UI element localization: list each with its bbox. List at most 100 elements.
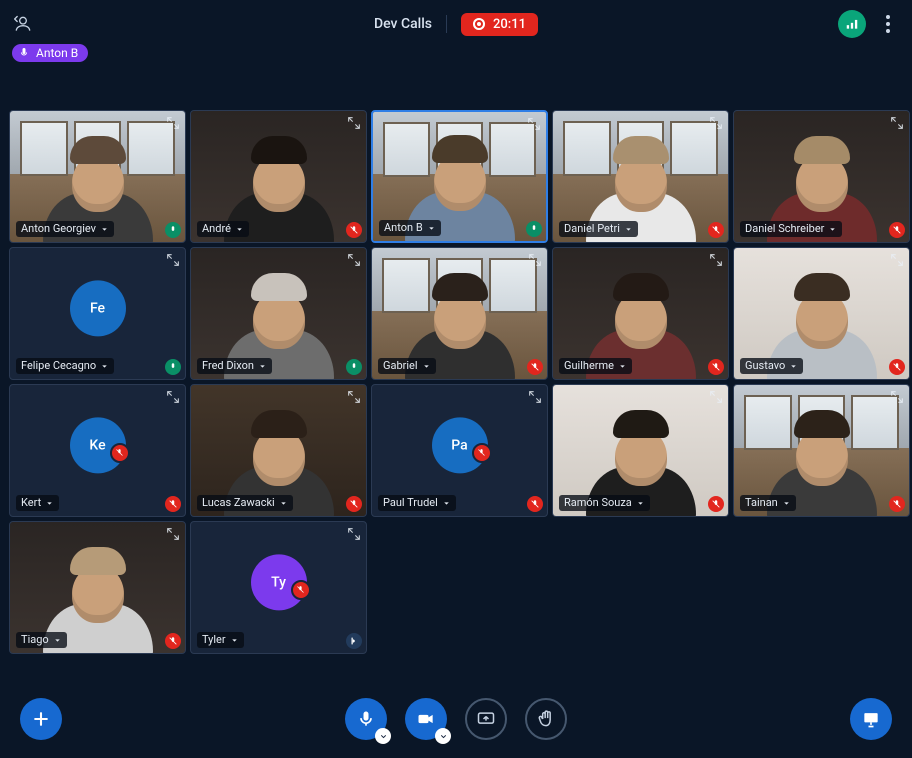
connection-status[interactable] [838, 10, 866, 38]
mic-on-icon [526, 221, 542, 237]
presentation-icon [861, 709, 881, 729]
video-tile[interactable]: TyTyler [190, 521, 367, 654]
video-tile[interactable]: Tainan [733, 384, 910, 517]
listen-only-icon [346, 633, 362, 649]
expand-icon[interactable] [346, 389, 362, 405]
video-tile[interactable]: Guilherme [552, 247, 729, 380]
video-tile[interactable]: André [190, 110, 367, 243]
mic-muted-icon [527, 359, 543, 375]
name-chip[interactable]: Fred Dixon [197, 358, 272, 374]
expand-icon[interactable] [346, 115, 362, 131]
mic-muted-icon [708, 359, 724, 375]
video-tile[interactable]: KeKert [9, 384, 186, 517]
name-chip[interactable]: Gustavo [740, 358, 803, 374]
mute-button[interactable] [345, 698, 387, 740]
video-tile[interactable]: Ramón Souza [552, 384, 729, 517]
participant-name: Ramón Souza [564, 496, 632, 510]
share-screen-button[interactable] [465, 698, 507, 740]
expand-icon[interactable] [526, 116, 542, 132]
name-chip[interactable]: Daniel Schreiber [740, 221, 842, 237]
screen-icon [476, 709, 496, 729]
expand-icon[interactable] [708, 115, 724, 131]
name-chip[interactable]: Felipe Cecagno [16, 358, 114, 374]
mic-on-icon [165, 359, 181, 375]
options-menu[interactable] [876, 15, 900, 33]
participant-name: Tainan [745, 496, 778, 510]
mic-on-icon [346, 359, 362, 375]
expand-icon[interactable] [165, 115, 181, 131]
video-tile[interactable]: Daniel Schreiber [733, 110, 910, 243]
mic-muted-icon [889, 496, 905, 512]
mic-icon [356, 709, 376, 729]
speaking-name: Anton B [36, 46, 78, 60]
mic-muted-icon [346, 222, 362, 238]
actions-button[interactable] [20, 698, 62, 740]
hand-icon [536, 709, 556, 729]
name-chip[interactable]: Gabriel [378, 358, 436, 374]
participant-name: Fred Dixon [202, 359, 254, 373]
mic-muted-icon [527, 496, 543, 512]
expand-icon[interactable] [889, 115, 905, 131]
expand-icon[interactable] [165, 526, 181, 542]
mic-muted-icon [472, 443, 492, 463]
name-chip[interactable]: Ramón Souza [559, 495, 650, 511]
mic-muted-icon [165, 496, 181, 512]
video-tile[interactable]: Gabriel [371, 247, 548, 380]
top-bar: Dev Calls 20:11 [0, 0, 912, 48]
participant-name: Anton B [384, 221, 423, 235]
expand-icon[interactable] [527, 389, 543, 405]
expand-icon[interactable] [346, 526, 362, 542]
video-tile[interactable]: Anton B [371, 110, 548, 243]
video-tile[interactable]: Anton Georgiev [9, 110, 186, 243]
participant-name: Anton Georgiev [21, 222, 96, 236]
expand-icon[interactable] [527, 252, 543, 268]
expand-icon[interactable] [889, 252, 905, 268]
participant-name: Felipe Cecagno [21, 359, 96, 373]
name-chip[interactable]: Tiago [16, 632, 67, 648]
participant-name: André [202, 222, 231, 236]
expand-icon[interactable] [165, 252, 181, 268]
raise-hand-button[interactable] [525, 698, 567, 740]
name-chip[interactable]: Paul Trudel [378, 495, 456, 511]
name-chip[interactable]: Kert [16, 495, 59, 511]
video-tile[interactable]: FeFelipe Cecagno [9, 247, 186, 380]
camera-icon [416, 709, 436, 729]
expand-icon[interactable] [346, 252, 362, 268]
video-tile[interactable]: Lucas Zawacki [190, 384, 367, 517]
video-tile[interactable]: Daniel Petri [552, 110, 729, 243]
video-tile[interactable]: Tiago [9, 521, 186, 654]
name-chip[interactable]: Anton B [379, 220, 441, 236]
name-chip[interactable]: Tyler [197, 632, 244, 648]
name-chip[interactable]: Daniel Petri [559, 221, 638, 237]
name-chip[interactable]: Guilherme [559, 358, 632, 374]
video-tile[interactable]: PaPaul Trudel [371, 384, 548, 517]
participant-name: Tiago [21, 633, 49, 647]
mic-muted-icon [110, 443, 130, 463]
name-chip[interactable]: André [197, 221, 249, 237]
expand-icon[interactable] [889, 389, 905, 405]
participant-name: Daniel Petri [564, 222, 620, 236]
name-chip[interactable]: Lucas Zawacki [197, 495, 293, 511]
signal-icon [845, 17, 859, 31]
mic-muted-icon [708, 222, 724, 238]
camera-button[interactable] [405, 698, 447, 740]
expand-icon[interactable] [708, 252, 724, 268]
mic-muted-icon [346, 496, 362, 512]
video-tile[interactable]: Gustavo [733, 247, 910, 380]
expand-icon[interactable] [165, 389, 181, 405]
chevron-down-icon[interactable] [375, 728, 391, 744]
name-chip[interactable]: Anton Georgiev [16, 221, 114, 237]
participant-name: Lucas Zawacki [202, 496, 275, 510]
recording-chip[interactable]: 20:11 [461, 13, 538, 36]
expand-icon[interactable] [708, 389, 724, 405]
mic-muted-icon [889, 359, 905, 375]
video-tile[interactable]: Fred Dixon [190, 247, 367, 380]
mic-muted-icon [708, 496, 724, 512]
name-chip[interactable]: Tainan [740, 495, 796, 511]
mic-on-icon [165, 222, 181, 238]
participant-name: Gustavo [745, 359, 785, 373]
users-icon[interactable] [12, 13, 34, 35]
participant-name: Tyler [202, 633, 226, 647]
presentation-button[interactable] [850, 698, 892, 740]
chevron-down-icon[interactable] [435, 728, 451, 744]
